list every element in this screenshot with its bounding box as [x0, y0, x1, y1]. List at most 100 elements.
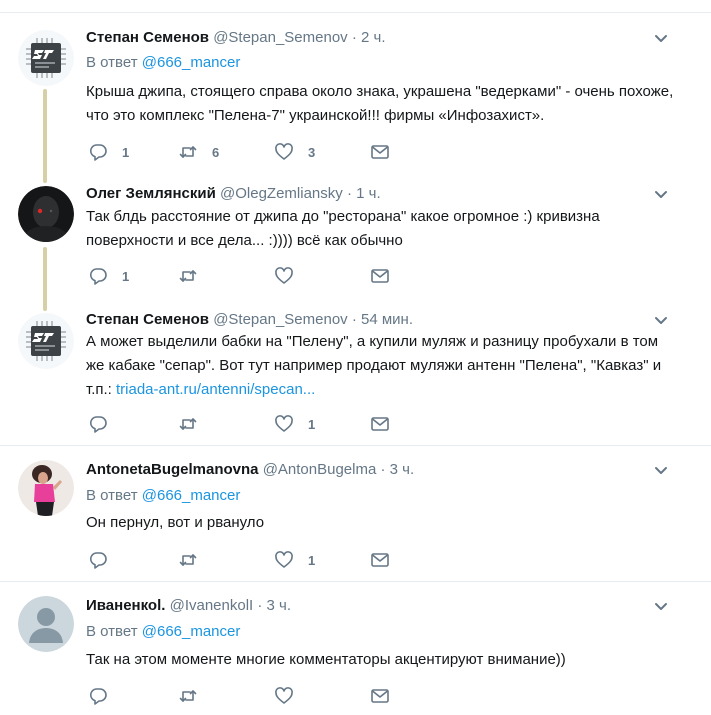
separator-dot: · — [346, 185, 352, 202]
chevron-down-icon[interactable] — [651, 596, 671, 616]
retweet-icon — [179, 690, 197, 702]
reply-prefix: В ответ — [86, 54, 138, 71]
dark-face-avatar-image — [18, 186, 74, 242]
like-icon — [275, 551, 293, 568]
like-button[interactable]: 1 — [274, 414, 315, 434]
message-icon — [371, 553, 389, 567]
message-button[interactable] — [370, 550, 390, 570]
message-button[interactable] — [370, 686, 390, 706]
tweet-header: Степан Семенов @Stepan_Semenov · 2 ч. — [86, 28, 386, 48]
like-button[interactable] — [274, 686, 308, 706]
reply-button[interactable]: 1 — [88, 266, 129, 286]
like-icon — [275, 415, 293, 432]
reply-icon — [89, 688, 107, 705]
reply-icon — [89, 416, 107, 433]
like-button[interactable]: 1 — [274, 550, 315, 570]
message-icon — [371, 417, 389, 431]
user-name[interactable]: Олег Землянский — [86, 185, 216, 202]
user-name[interactable]: Степан Семенов — [86, 29, 209, 46]
tweet-link[interactable]: triada-ant.ru/antenni/specan... — [116, 381, 315, 398]
message-icon — [371, 145, 389, 159]
pink-photo-avatar-image — [18, 460, 74, 516]
chevron-down-icon[interactable] — [651, 460, 671, 480]
tweet-header: Олег Землянский @OlegZemliansky · 1 ч. — [86, 184, 381, 204]
reply-icon — [89, 552, 107, 569]
separator-dot: · — [380, 461, 386, 478]
retweet-button[interactable]: 6 — [178, 142, 219, 162]
timestamp[interactable]: 1 ч. — [356, 185, 381, 202]
tweet-text: А может выделили бабки на "Пелену", а ку… — [86, 330, 676, 402]
chevron-down-icon[interactable] — [651, 184, 671, 204]
reply-to-link[interactable]: @666_mancer — [142, 487, 241, 504]
retweet-button[interactable] — [178, 686, 212, 706]
like-button[interactable]: 3 — [274, 142, 315, 162]
avatar-oleg[interactable] — [18, 186, 74, 242]
retweet-count: 6 — [212, 144, 220, 160]
message-icon — [371, 269, 389, 283]
avatar-stepan[interactable] — [18, 30, 74, 86]
reply-count: 1 — [122, 144, 130, 160]
tweet-text: Так на этом моменте многие комментаторы … — [86, 651, 566, 668]
message-button[interactable] — [370, 414, 390, 434]
reply-context: В ответ @666_mancer — [86, 53, 240, 73]
reply-button[interactable]: 1 — [88, 142, 129, 162]
tweet-header: Степан Семенов @Stepan_Semenov · 54 мин. — [86, 310, 413, 330]
reply-button[interactable] — [88, 414, 122, 434]
retweet-button[interactable] — [178, 266, 212, 286]
reply-icon — [89, 144, 107, 161]
user-handle[interactable]: @OlegZemliansky — [220, 185, 343, 202]
avatar-stepan[interactable] — [18, 313, 74, 369]
timestamp[interactable]: 3 ч. — [390, 461, 415, 478]
tweet-header: AntonetaBugelmanovna @AntonBugelma · 3 ч… — [86, 460, 414, 480]
reply-context: В ответ @666_mancer — [86, 622, 240, 642]
tweet-text: Крыша джипа, стоящего справа около знака… — [86, 83, 674, 124]
like-button[interactable] — [274, 266, 308, 286]
user-handle[interactable]: @IvanenkolI — [170, 597, 254, 614]
timestamp[interactable]: 2 ч. — [361, 29, 386, 46]
user-handle[interactable]: @Stepan_Semenov — [213, 29, 347, 46]
user-name[interactable]: Иваненкоl. — [86, 597, 165, 614]
avatar-antoneta[interactable] — [18, 460, 74, 516]
timestamp[interactable]: 54 мин. — [361, 311, 413, 328]
retweet-button[interactable] — [178, 550, 212, 570]
user-handle[interactable]: @AntonBugelma — [263, 461, 377, 478]
timestamp[interactable]: 3 ч. — [267, 597, 292, 614]
user-handle[interactable]: @Stepan_Semenov — [213, 311, 347, 328]
chip-avatar-image — [18, 30, 74, 86]
tweet-header: Иваненкоl. @IvanenkolI · 3 ч. — [86, 596, 291, 616]
retweet-icon — [179, 146, 197, 158]
tweet-divider — [0, 581, 711, 582]
tweet-text: Он пернул, вот и рвануло — [86, 514, 265, 531]
user-name[interactable]: Степан Семенов — [86, 311, 209, 328]
tweet-text: Так блдь расстояние от джипа до "рестора… — [86, 208, 600, 249]
reply-prefix: В ответ — [86, 487, 138, 504]
message-icon — [371, 689, 389, 703]
reply-to-link[interactable]: @666_mancer — [142, 623, 241, 640]
reply-button[interactable] — [88, 686, 122, 706]
chevron-down-icon[interactable] — [651, 310, 671, 330]
separator-dot: · — [257, 597, 263, 614]
tweet-divider — [0, 445, 711, 446]
reply-context: В ответ @666_mancer — [86, 486, 240, 506]
retweet-icon — [179, 270, 197, 282]
like-icon — [275, 687, 293, 704]
thread-line — [43, 89, 47, 183]
user-name[interactable]: AntonetaBugelmanovna — [86, 461, 259, 478]
message-button[interactable] — [370, 266, 390, 286]
thread-line — [43, 247, 47, 311]
retweet-icon — [179, 418, 197, 430]
reply-to-link[interactable]: @666_mancer — [142, 54, 241, 71]
like-count: 3 — [308, 144, 316, 160]
reply-button[interactable] — [88, 550, 122, 570]
avatar-ivanenko[interactable] — [18, 596, 74, 652]
reply-prefix: В ответ — [86, 623, 138, 640]
like-icon — [275, 267, 293, 284]
retweet-button[interactable] — [178, 414, 212, 434]
retweet-icon — [179, 554, 197, 566]
separator-dot: · — [351, 311, 357, 328]
chevron-down-icon[interactable] — [651, 28, 671, 48]
reply-count: 1 — [122, 268, 130, 284]
like-icon — [275, 143, 293, 160]
separator-dot: · — [351, 29, 357, 46]
message-button[interactable] — [370, 142, 390, 162]
